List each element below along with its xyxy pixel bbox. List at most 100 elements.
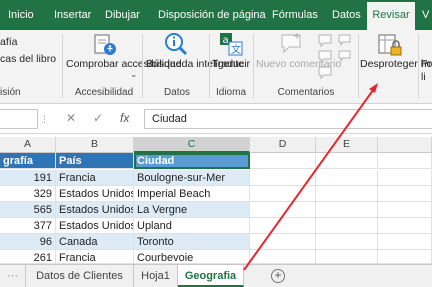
- tab-datos[interactable]: Datos: [332, 0, 361, 30]
- column-header-e[interactable]: E: [316, 137, 378, 153]
- table-cell[interactable]: 329: [0, 186, 56, 202]
- accessibility-check-icon[interactable]: [92, 32, 118, 58]
- enter-icon[interactable]: ✓: [93, 111, 103, 125]
- unprotect-sheet-icon[interactable]: [377, 32, 403, 58]
- sheet-tab-hoja1[interactable]: Hoja1: [134, 265, 178, 287]
- grid-cell[interactable]: [316, 234, 378, 250]
- table-cell[interactable]: La Vergne: [134, 202, 250, 218]
- translate-label[interactable]: Traducir: [211, 58, 251, 71]
- column-header-d[interactable]: D: [250, 137, 316, 153]
- grid-cell[interactable]: [378, 250, 432, 264]
- grid-cell[interactable]: [316, 218, 378, 234]
- grid-cell[interactable]: [378, 234, 432, 250]
- name-box-dropdown-icon[interactable]: ⋮: [40, 114, 49, 124]
- sheet-tab-geografia[interactable]: Geografia: [178, 265, 244, 287]
- table-header-cell[interactable]: País: [56, 153, 134, 169]
- show-comments-icon[interactable]: [338, 34, 352, 48]
- grid-cell[interactable]: [378, 153, 432, 169]
- grid-cell[interactable]: [316, 153, 378, 169]
- protect-workbook-fragment[interactable]: Pro li: [421, 58, 432, 84]
- insert-function-icon[interactable]: fx: [120, 111, 129, 125]
- table-cell[interactable]: Upland: [134, 218, 250, 234]
- grid-cell[interactable]: [378, 202, 432, 218]
- table-header-cell[interactable]: grafía: [0, 153, 56, 169]
- group-divider: [142, 34, 143, 98]
- smart-lookup-icon[interactable]: [163, 31, 189, 57]
- grid-cell[interactable]: [316, 250, 378, 264]
- svg-text:文: 文: [231, 43, 241, 56]
- table-cell[interactable]: Estados Unidos: [56, 202, 134, 218]
- table-cell[interactable]: Francia: [56, 250, 134, 264]
- accessibility-group-label: Accesibilidad: [74, 87, 134, 98]
- group-divider: [418, 34, 419, 98]
- grid-cell[interactable]: [250, 250, 316, 264]
- tab-formulas[interactable]: Fórmulas: [272, 0, 318, 30]
- group-divider: [253, 34, 254, 98]
- column-header-f[interactable]: [378, 137, 432, 153]
- new-comment-label[interactable]: Nuevo comentario: [256, 58, 341, 71]
- table-cell[interactable]: Francia: [56, 170, 134, 186]
- tab-revisar[interactable]: Revisar: [367, 2, 415, 30]
- grid-cell[interactable]: [250, 218, 316, 234]
- translate-icon[interactable]: a 文: [219, 32, 243, 56]
- tab-insertar[interactable]: Insertar: [54, 0, 91, 30]
- table-cell[interactable]: 191: [0, 170, 56, 186]
- grid-cell[interactable]: [250, 186, 316, 202]
- next-comment-icon[interactable]: [318, 66, 334, 80]
- group-divider: [62, 34, 63, 98]
- revision-group-label: isión: [0, 87, 21, 98]
- grid-cell[interactable]: [378, 186, 432, 202]
- show-all-comments-icon[interactable]: [338, 50, 352, 64]
- grid-cell[interactable]: [250, 170, 316, 186]
- cancel-icon[interactable]: ✕: [66, 111, 76, 125]
- delete-comment-icon[interactable]: [318, 34, 334, 48]
- spelling-fragment[interactable]: afía: [0, 36, 18, 49]
- table-cell[interactable]: Courbevoie: [134, 250, 250, 264]
- tab-dibujar[interactable]: Dibujar: [105, 0, 140, 30]
- column-header-a[interactable]: A: [0, 137, 56, 153]
- grid-cell[interactable]: [250, 153, 316, 169]
- grid-cell[interactable]: [378, 218, 432, 234]
- table-cell[interactable]: Canada: [56, 234, 134, 250]
- tab-inicio[interactable]: Inicio: [8, 0, 34, 30]
- table-cell[interactable]: 565: [0, 202, 56, 218]
- column-header-c[interactable]: C: [134, 137, 250, 153]
- name-box[interactable]: [0, 109, 38, 129]
- table-cell[interactable]: Toronto: [134, 234, 250, 250]
- group-divider: [209, 34, 210, 98]
- sheet-tab-datos-de-clientes[interactable]: Datos de Clientes: [26, 265, 134, 287]
- svg-text:a: a: [223, 35, 229, 46]
- grid-cell[interactable]: [316, 202, 378, 218]
- add-sheet-icon[interactable]: +: [271, 269, 285, 283]
- new-comment-icon[interactable]: [280, 32, 304, 56]
- sheet-tab-bar: ⋯ Datos de Clientes Hoja1 Geografia +: [0, 264, 432, 287]
- grid-cell[interactable]: [378, 170, 432, 186]
- grid-cell[interactable]: [316, 170, 378, 186]
- grid-cell[interactable]: [316, 186, 378, 202]
- ribbon-tab-bar: Inicio Insertar Dibujar Disposición de p…: [0, 0, 432, 30]
- active-cell[interactable]: Ciudad: [134, 153, 250, 169]
- tab-disposicion[interactable]: Disposición de página: [158, 0, 266, 30]
- unprotect-sheet-label[interactable]: Desproteger hoja: [360, 58, 432, 71]
- workbook-stats-fragment[interactable]: cas del libro: [0, 53, 56, 66]
- table-cell[interactable]: 96: [0, 234, 56, 250]
- smart-lookup-label[interactable]: Búsqueda inteligente: [146, 58, 244, 71]
- grid-cell[interactable]: [250, 234, 316, 250]
- formula-input[interactable]: Ciudad: [144, 109, 432, 129]
- sheet-scroll-left[interactable]: ⋯: [0, 265, 26, 287]
- ribbon-panel: afía cas del libro isión Comprobar acces…: [0, 30, 432, 104]
- language-group-label: Idioma: [215, 87, 246, 98]
- group-divider: [358, 34, 359, 98]
- grid-cell[interactable]: [250, 202, 316, 218]
- tab-vista[interactable]: V: [422, 0, 429, 30]
- table-cell[interactable]: 261: [0, 250, 56, 264]
- chevron-down-icon[interactable]: ⌄: [130, 68, 138, 81]
- comments-group-label: Comentarios: [277, 87, 335, 98]
- table-cell[interactable]: 377: [0, 218, 56, 234]
- column-header-b[interactable]: B: [56, 137, 134, 153]
- table-cell[interactable]: Imperial Beach: [134, 186, 250, 202]
- table-cell[interactable]: Estados Unidos: [56, 218, 134, 234]
- table-cell[interactable]: Boulogne-sur-Mer: [134, 170, 250, 186]
- table-cell[interactable]: Estados Unidos: [56, 186, 134, 202]
- previous-comment-icon[interactable]: [318, 50, 334, 64]
